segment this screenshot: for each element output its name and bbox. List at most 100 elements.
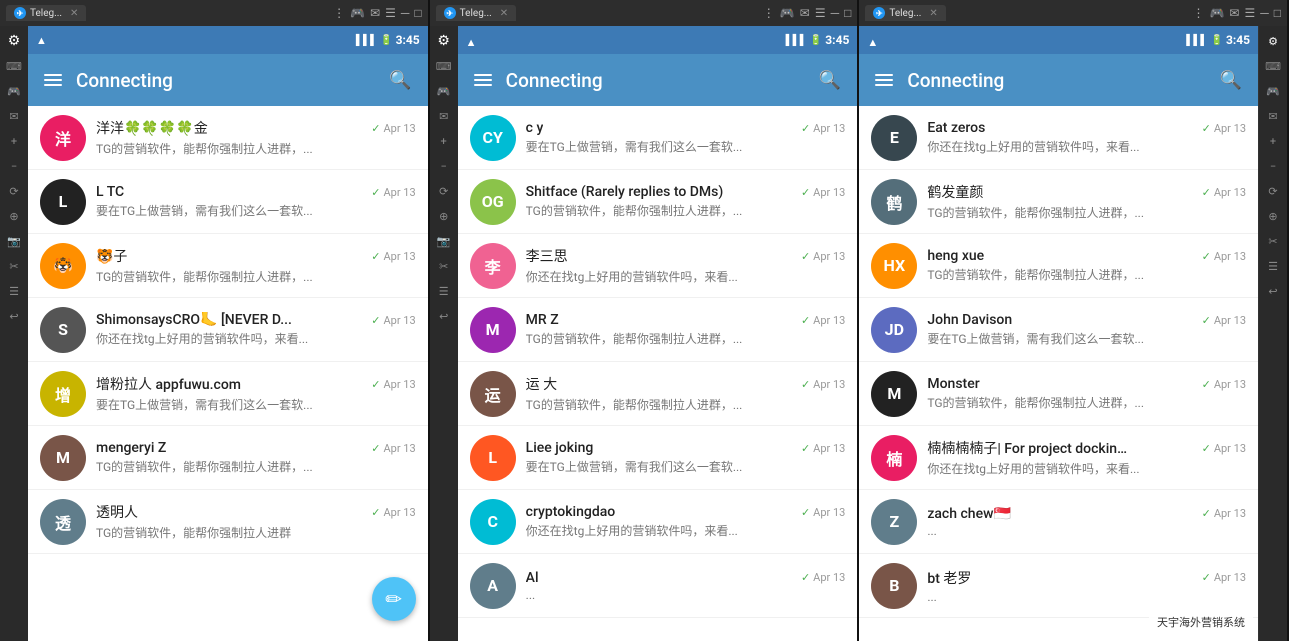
- chat-item[interactable]: LL TC✓ Apr 13要在TG上做营销，需有我们这么一套软...: [28, 170, 428, 234]
- ls-btn-back[interactable]: ↩: [3, 305, 25, 327]
- hamburger-menu-1[interactable]: [40, 70, 66, 90]
- minimize-icon-1[interactable]: ─: [401, 6, 410, 20]
- search-btn-3[interactable]: 🔍: [1216, 66, 1246, 95]
- telegram-tab-1[interactable]: ✈ Teleg... ✕: [6, 5, 86, 21]
- status-bar-3: ▲ ▌▌▌ 🔋 3:45: [859, 26, 1258, 54]
- maximize-icon-1[interactable]: □: [414, 6, 421, 20]
- ls-btn-scissors-2[interactable]: ✂: [433, 255, 455, 277]
- chat-item[interactable]: Zzach chew🇸🇬✓ Apr 13...: [859, 490, 1258, 554]
- ls-btn-mail-2[interactable]: ✉: [433, 105, 455, 127]
- rs-vol-dn[interactable]: −: [1262, 155, 1284, 177]
- maximize-icon-3[interactable]: □: [1274, 6, 1281, 20]
- chat-item[interactable]: MMonster✓ Apr 13TG的营销软件，能帮你强制拉人进群，...: [859, 362, 1258, 426]
- ls-btn-vol-dn-2[interactable]: −: [433, 155, 455, 177]
- list-icon-3[interactable]: ☰: [1244, 6, 1255, 20]
- chat-item[interactable]: 运运 大✓ Apr 13TG的营销软件，能帮你强制拉人进群，...: [458, 362, 858, 426]
- rs-list[interactable]: ☰: [1262, 255, 1284, 277]
- email-icon-1[interactable]: ✉: [370, 6, 380, 20]
- minimize-icon-2[interactable]: ─: [831, 6, 840, 20]
- rs-scissors[interactable]: ✂: [1262, 230, 1284, 252]
- maximize-icon-2[interactable]: □: [844, 6, 851, 20]
- telegram-tab-3[interactable]: ✈ Teleg... ✕: [865, 5, 945, 21]
- hamburger-menu-3[interactable]: [871, 70, 897, 90]
- rs-mail[interactable]: ✉: [1262, 105, 1284, 127]
- list-icon-2[interactable]: ☰: [815, 6, 826, 20]
- minimize-icon-3[interactable]: ─: [1260, 6, 1269, 20]
- chat-list-1[interactable]: 洋洋洋🍀🍀🍀🍀金✓ Apr 13TG的营销软件，能帮你强制拉人进群，...LL …: [28, 106, 428, 641]
- chat-preview: TG的营销软件，能帮你强制拉人进群，...: [96, 458, 416, 475]
- gamepad-icon-3[interactable]: 🎮: [1209, 6, 1224, 20]
- menu-dots-3[interactable]: ⋮: [1192, 6, 1204, 20]
- telegram-tab-2[interactable]: ✈ Teleg... ✕: [436, 5, 516, 21]
- chat-list-3[interactable]: EEat zeros✓ Apr 13你还在找tg上好用的营销软件吗，来看...鹤…: [859, 106, 1258, 641]
- ls-btn-gamepad-2[interactable]: 🎮: [433, 80, 455, 102]
- emulator-body-1: ⚙ ⌨ 🎮 ✉ + − ⟳ ⊕ 📷 ✂ ☰ ↩ ▲: [0, 26, 428, 641]
- chat-meta: ✓ Apr 13: [801, 250, 845, 263]
- chat-item[interactable]: 鹤鹤发童颜✓ Apr 13TG的营销软件，能帮你强制拉人进群，...: [859, 170, 1258, 234]
- ls-btn-vol-dn[interactable]: −: [3, 155, 25, 177]
- chat-list-2[interactable]: CYc y✓ Apr 13要在TG上做营销，需有我们这么一套软...OGShit…: [458, 106, 858, 641]
- ls-btn-scissors[interactable]: ✂: [3, 255, 25, 277]
- chat-item[interactable]: LLiee joking✓ Apr 13要在TG上做营销，需有我们这么一套软..…: [458, 426, 858, 490]
- list-icon-1[interactable]: ☰: [385, 6, 396, 20]
- chat-item[interactable]: CYc y✓ Apr 13要在TG上做营销，需有我们这么一套软...: [458, 106, 858, 170]
- ls-btn-mail[interactable]: ✉: [3, 105, 25, 127]
- chat-item[interactable]: 楠楠楠楠楠子| For project dockin...✓ Apr 13你还在…: [859, 426, 1258, 490]
- rs-zoom[interactable]: ⊕: [1262, 205, 1284, 227]
- rs-back[interactable]: ↩: [1262, 280, 1284, 302]
- chat-meta: ✓ Apr 13: [371, 378, 415, 391]
- chat-item[interactable]: SShimonsaysCRO🦶 [NEVER D...✓ Apr 13你还在找t…: [28, 298, 428, 362]
- chat-item[interactable]: HXheng xue✓ Apr 13TG的营销软件，能帮你强制拉人进群，...: [859, 234, 1258, 298]
- tab-close-3[interactable]: ✕: [929, 8, 937, 19]
- emulator-window-3: ✈ Teleg... ✕ ⋮ 🎮 ✉ ☰ ─ □ ▲ ▌▌▌: [859, 0, 1289, 641]
- chat-item[interactable]: OGShitface (Rarely replies to DMs)✓ Apr …: [458, 170, 858, 234]
- ls-btn-back-2[interactable]: ↩: [433, 305, 455, 327]
- chat-item[interactable]: Mmengeryi Z✓ Apr 13TG的营销软件，能帮你强制拉人进群，...: [28, 426, 428, 490]
- chat-item[interactable]: JDJohn Davison✓ Apr 13要在TG上做营销，需有我们这么一套软…: [859, 298, 1258, 362]
- ls-btn-list[interactable]: ☰: [3, 280, 25, 302]
- menu-dots-1[interactable]: ⋮: [333, 6, 345, 20]
- chat-item[interactable]: 李李三思✓ Apr 13你还在找tg上好用的营销软件吗，来看...: [458, 234, 858, 298]
- ls-btn-settings[interactable]: ⚙: [3, 30, 25, 52]
- chat-item[interactable]: EEat zeros✓ Apr 13你还在找tg上好用的营销软件吗，来看...: [859, 106, 1258, 170]
- chat-item[interactable]: 透透明人✓ Apr 13TG的营销软件，能帮你强制拉人进群: [28, 490, 428, 554]
- tab-close-2[interactable]: ✕: [500, 8, 508, 19]
- rs-keyboard[interactable]: ⌨: [1262, 55, 1284, 77]
- email-icon-2[interactable]: ✉: [800, 6, 810, 20]
- rs-rotate[interactable]: ⟳: [1262, 180, 1284, 202]
- chat-item[interactable]: AAl✓ Apr 13...: [458, 554, 858, 618]
- ls-btn-keyboard[interactable]: ⌨: [3, 55, 25, 77]
- chat-item[interactable]: 🐯🐯子✓ Apr 13TG的营销软件，能帮你强制拉人进群，...: [28, 234, 428, 298]
- ls-btn-settings-2[interactable]: ⚙: [433, 30, 455, 52]
- chat-item[interactable]: 增增粉拉人 appfuwu.com✓ Apr 13要在TG上做营销，需有我们这么…: [28, 362, 428, 426]
- chat-name: Eat zeros: [927, 120, 985, 136]
- search-btn-2[interactable]: 🔍: [815, 66, 845, 95]
- menu-dots-2[interactable]: ⋮: [763, 6, 775, 20]
- ls-btn-camera[interactable]: 📷: [3, 230, 25, 252]
- ls-btn-rotate[interactable]: ⟳: [3, 180, 25, 202]
- ls-btn-keyboard-2[interactable]: ⌨: [433, 55, 455, 77]
- ls-btn-list-2[interactable]: ☰: [433, 280, 455, 302]
- ls-btn-camera-2[interactable]: 📷: [433, 230, 455, 252]
- chat-item[interactable]: Bbt 老罗✓ Apr 13...: [859, 554, 1258, 618]
- compose-fab-1[interactable]: ✏: [372, 577, 416, 621]
- ls-btn-vol-up-2[interactable]: +: [433, 130, 455, 152]
- ls-btn-rotate-2[interactable]: ⟳: [433, 180, 455, 202]
- ls-btn-zoom[interactable]: ⊕: [3, 205, 25, 227]
- ls-btn-zoom-2[interactable]: ⊕: [433, 205, 455, 227]
- rs-gamepad[interactable]: 🎮: [1262, 80, 1284, 102]
- ls-btn-gamepad[interactable]: 🎮: [3, 80, 25, 102]
- chat-item[interactable]: 洋洋洋🍀🍀🍀🍀金✓ Apr 13TG的营销软件，能帮你强制拉人进群，...: [28, 106, 428, 170]
- avatar: S: [40, 307, 86, 353]
- gamepad-icon-1[interactable]: 🎮: [350, 6, 365, 20]
- chat-item[interactable]: Ccryptokingdao✓ Apr 13你还在找tg上好用的营销软件吗，来看…: [458, 490, 858, 554]
- gamepad-icon-2[interactable]: 🎮: [780, 6, 795, 20]
- ls-btn-vol-up[interactable]: +: [3, 130, 25, 152]
- chat-item[interactable]: MMR Z✓ Apr 13TG的营销软件，能帮你强制拉人进群，...: [458, 298, 858, 362]
- rs-settings[interactable]: ⚙: [1262, 30, 1284, 52]
- hamburger-menu-2[interactable]: [470, 70, 496, 90]
- search-btn-1[interactable]: 🔍: [385, 66, 415, 95]
- tab-close-1[interactable]: ✕: [70, 8, 78, 19]
- email-icon-3[interactable]: ✉: [1229, 6, 1239, 20]
- rs-vol-up[interactable]: +: [1262, 130, 1284, 152]
